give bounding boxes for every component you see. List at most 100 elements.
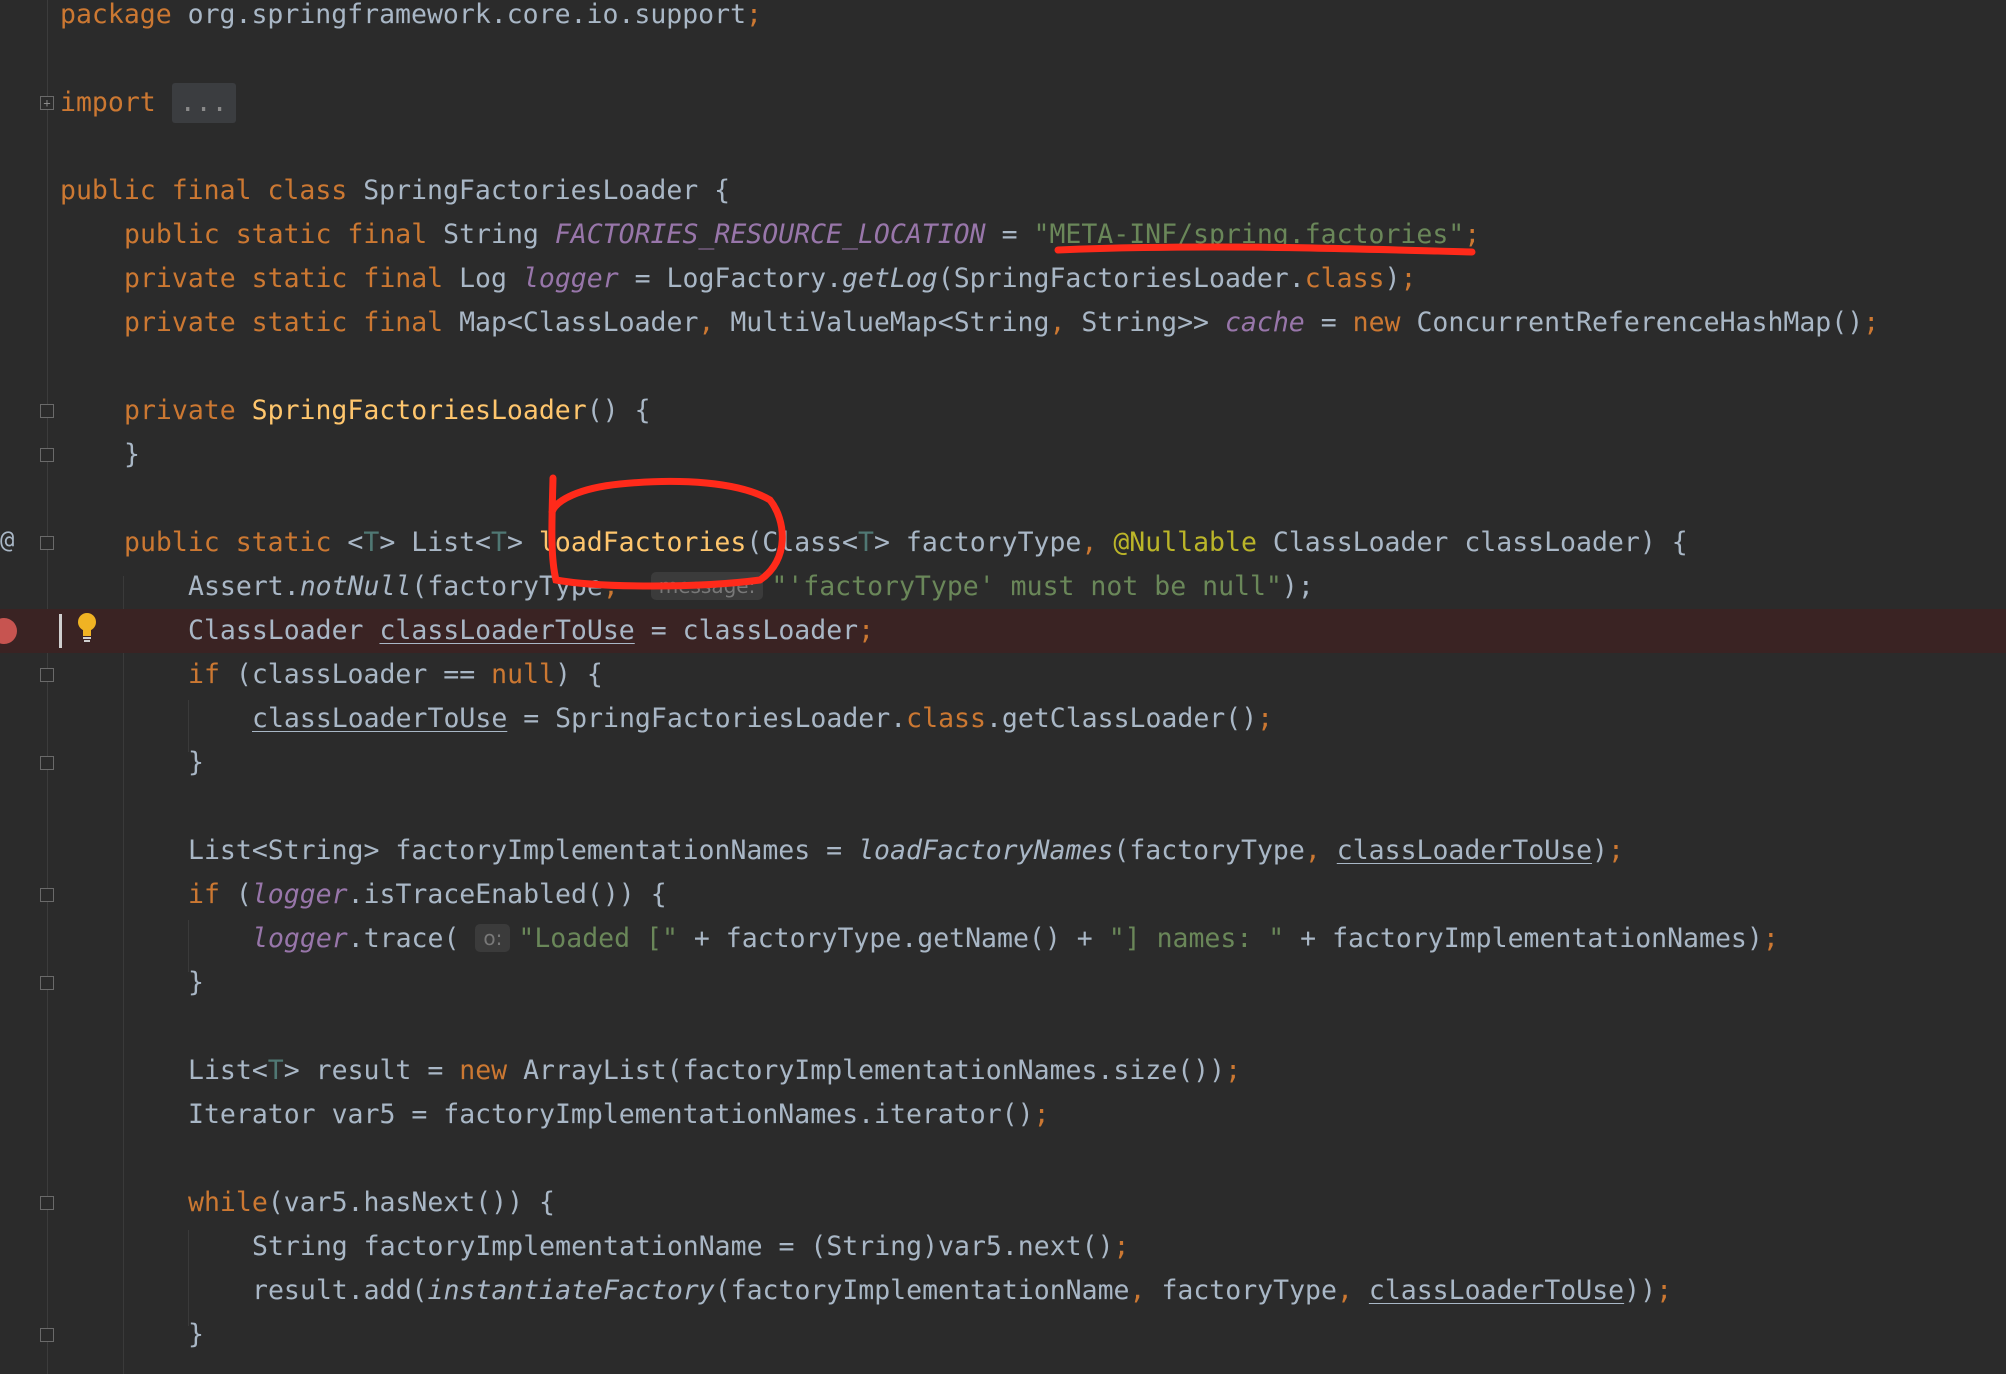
token-comma: , (1081, 527, 1114, 558)
token-constant: FACTORIES_RESOURCE_LOCATION (554, 219, 986, 250)
token-brace: } (124, 439, 140, 470)
code-line-20[interactable]: List<String> factoryImplementationNames … (0, 829, 2006, 873)
token-condition: (var5.hasNext()) { (267, 1187, 555, 1218)
code-editor[interactable]: + @ package org.springframework.core.io.… (0, 0, 2006, 1374)
token-keyword: class (1304, 263, 1385, 294)
token-keyword: final (171, 175, 252, 206)
token-local-var: classLoaderToUse (252, 703, 508, 734)
token-semicolon: ; (858, 615, 875, 646)
code-line-7[interactable]: private static final Log logger = LogFac… (0, 257, 2006, 301)
token-field: logger (522, 263, 619, 294)
token-expression: + factoryType.getName() + (677, 923, 1109, 954)
token-declaration: List<String> factoryImplementationNames … (188, 835, 859, 866)
token-paren: ) { (554, 659, 603, 690)
token-method-name: loadFactories (538, 527, 747, 558)
token-keyword: public (60, 175, 156, 206)
token-keyword: import (60, 87, 156, 118)
token-comma: , (1336, 1275, 1369, 1306)
code-line-21[interactable]: if (logger.isTraceEnabled()) { (0, 873, 2006, 917)
token-type: MultiValueMap<String (730, 307, 1050, 338)
token-semicolon: ; (1400, 263, 1417, 294)
token-type: Map<ClassLoader (443, 307, 699, 338)
token-type-param: T (858, 527, 874, 558)
token-semicolon: ; (1464, 219, 1481, 250)
code-line-13[interactable]: public static <T> List<T> loadFactories(… (0, 521, 2006, 565)
token-field: cache (1224, 307, 1305, 338)
token-type: Assert. (188, 571, 300, 602)
token-keyword: static (251, 263, 348, 294)
token-param: > factoryType (873, 527, 1082, 558)
token-keyword: public (124, 219, 220, 250)
token-type: Log (443, 263, 523, 294)
code-line-28[interactable]: while(var5.hasNext()) { (0, 1181, 2006, 1225)
token-condition: (classLoader == (219, 659, 492, 690)
token-arg: (SpringFactoriesLoader. (937, 263, 1305, 294)
import-fold-placeholder[interactable]: ... (171, 83, 236, 123)
token-param: (Class< (746, 527, 859, 558)
token-comma: , (602, 571, 635, 602)
code-line-25[interactable]: List<T> result = new ArrayList(factoryIm… (0, 1049, 2006, 1093)
code-line-10[interactable]: private SpringFactoriesLoader() { (0, 389, 2006, 433)
token-keyword: static (235, 219, 332, 250)
token-keyword: final (363, 307, 444, 338)
token-paren: ) (1592, 835, 1608, 866)
token-field: logger (251, 879, 348, 910)
lightbulb-icon[interactable] (76, 612, 98, 644)
token-type: SpringFactoriesLoader. (555, 703, 907, 734)
token-declaration: > result = (283, 1055, 460, 1086)
code-line-18[interactable]: } (0, 741, 2006, 785)
token-static-method: getLog (842, 263, 938, 294)
code-line-3[interactable]: import ... (0, 81, 2006, 125)
token-keyword: if (188, 879, 220, 910)
code-line-30[interactable]: result.add(instantiateFactory(factoryImp… (0, 1269, 2006, 1313)
token-field: logger (252, 923, 348, 954)
token-keyword: package (60, 0, 172, 30)
code-line-17[interactable]: classLoaderToUse = SpringFactoriesLoader… (0, 697, 2006, 741)
code-line-6[interactable]: public static final String FACTORIES_RES… (0, 213, 2006, 257)
token-local-var: classLoaderToUse (379, 615, 635, 646)
token-constructor: SpringFactoriesLoader (251, 395, 587, 426)
token-keyword: class (267, 175, 348, 206)
token-keyword: new (1352, 307, 1401, 338)
code-line-22[interactable]: logger.trace( o: "Loaded [" + factoryType… (0, 917, 2006, 961)
token-brace: } (188, 967, 204, 998)
token-annotation: @Nullable (1113, 527, 1257, 558)
token-semicolon: ; (1257, 703, 1274, 734)
token-keyword: final (347, 219, 428, 250)
code-line-14[interactable]: Assert.notNull(factoryType, message: "'fa… (0, 565, 2006, 609)
token-comma: , (1049, 307, 1082, 338)
token-string: "'factoryType' must not be null" (771, 571, 1282, 602)
token-class-name: SpringFactoriesLoader { (347, 175, 731, 206)
token-type-param: T (363, 527, 380, 558)
code-line-16[interactable]: if (classLoader == null) { (0, 653, 2006, 697)
code-line-1[interactable]: package org.springframework.core.io.supp… (0, 0, 2006, 37)
code-line-8[interactable]: private static final Map<ClassLoader, Mu… (0, 301, 2006, 345)
token-type: String (427, 219, 555, 250)
token-keyword: private (124, 395, 236, 426)
token-semicolon: ; (1656, 1275, 1673, 1306)
token-local-var: classLoaderToUse (1368, 1275, 1625, 1306)
token-arg: (factoryType (1113, 835, 1305, 866)
token-keyword: public (124, 527, 220, 558)
token-method-call: .getClassLoader() (985, 703, 1258, 734)
token-type: LogFactory. (666, 263, 843, 294)
code-line-23[interactable]: } (0, 961, 2006, 1005)
token-arg: (factoryImplementationName (714, 1275, 1130, 1306)
token-constructor-call: ConcurrentReferenceHashMap() (1416, 307, 1864, 338)
token-semicolon: ; (746, 0, 763, 30)
code-line-5[interactable]: public final class SpringFactoriesLoader… (0, 169, 2006, 213)
token-type-param: T (491, 527, 507, 558)
token-comma: , (1304, 835, 1337, 866)
code-line-15-breakpoint[interactable]: ClassLoader classLoaderToUse = classLoad… (0, 609, 2006, 653)
token-comma: , (1129, 1275, 1162, 1306)
token-paren: )) (1624, 1275, 1657, 1306)
code-line-29[interactable]: String factoryImplementationName = (Stri… (0, 1225, 2006, 1269)
token-keyword: while (188, 1187, 268, 1218)
code-line-26[interactable]: Iterator var5 = factoryImplementationNam… (0, 1093, 2006, 1137)
code-line-31[interactable]: } (0, 1313, 2006, 1357)
token-brace: } (188, 1319, 204, 1350)
token-type: ClassLoader (188, 615, 380, 646)
parameter-hint-o: o: (475, 924, 511, 952)
token-type: List< (188, 1055, 268, 1086)
code-line-11[interactable]: } (0, 433, 2006, 477)
